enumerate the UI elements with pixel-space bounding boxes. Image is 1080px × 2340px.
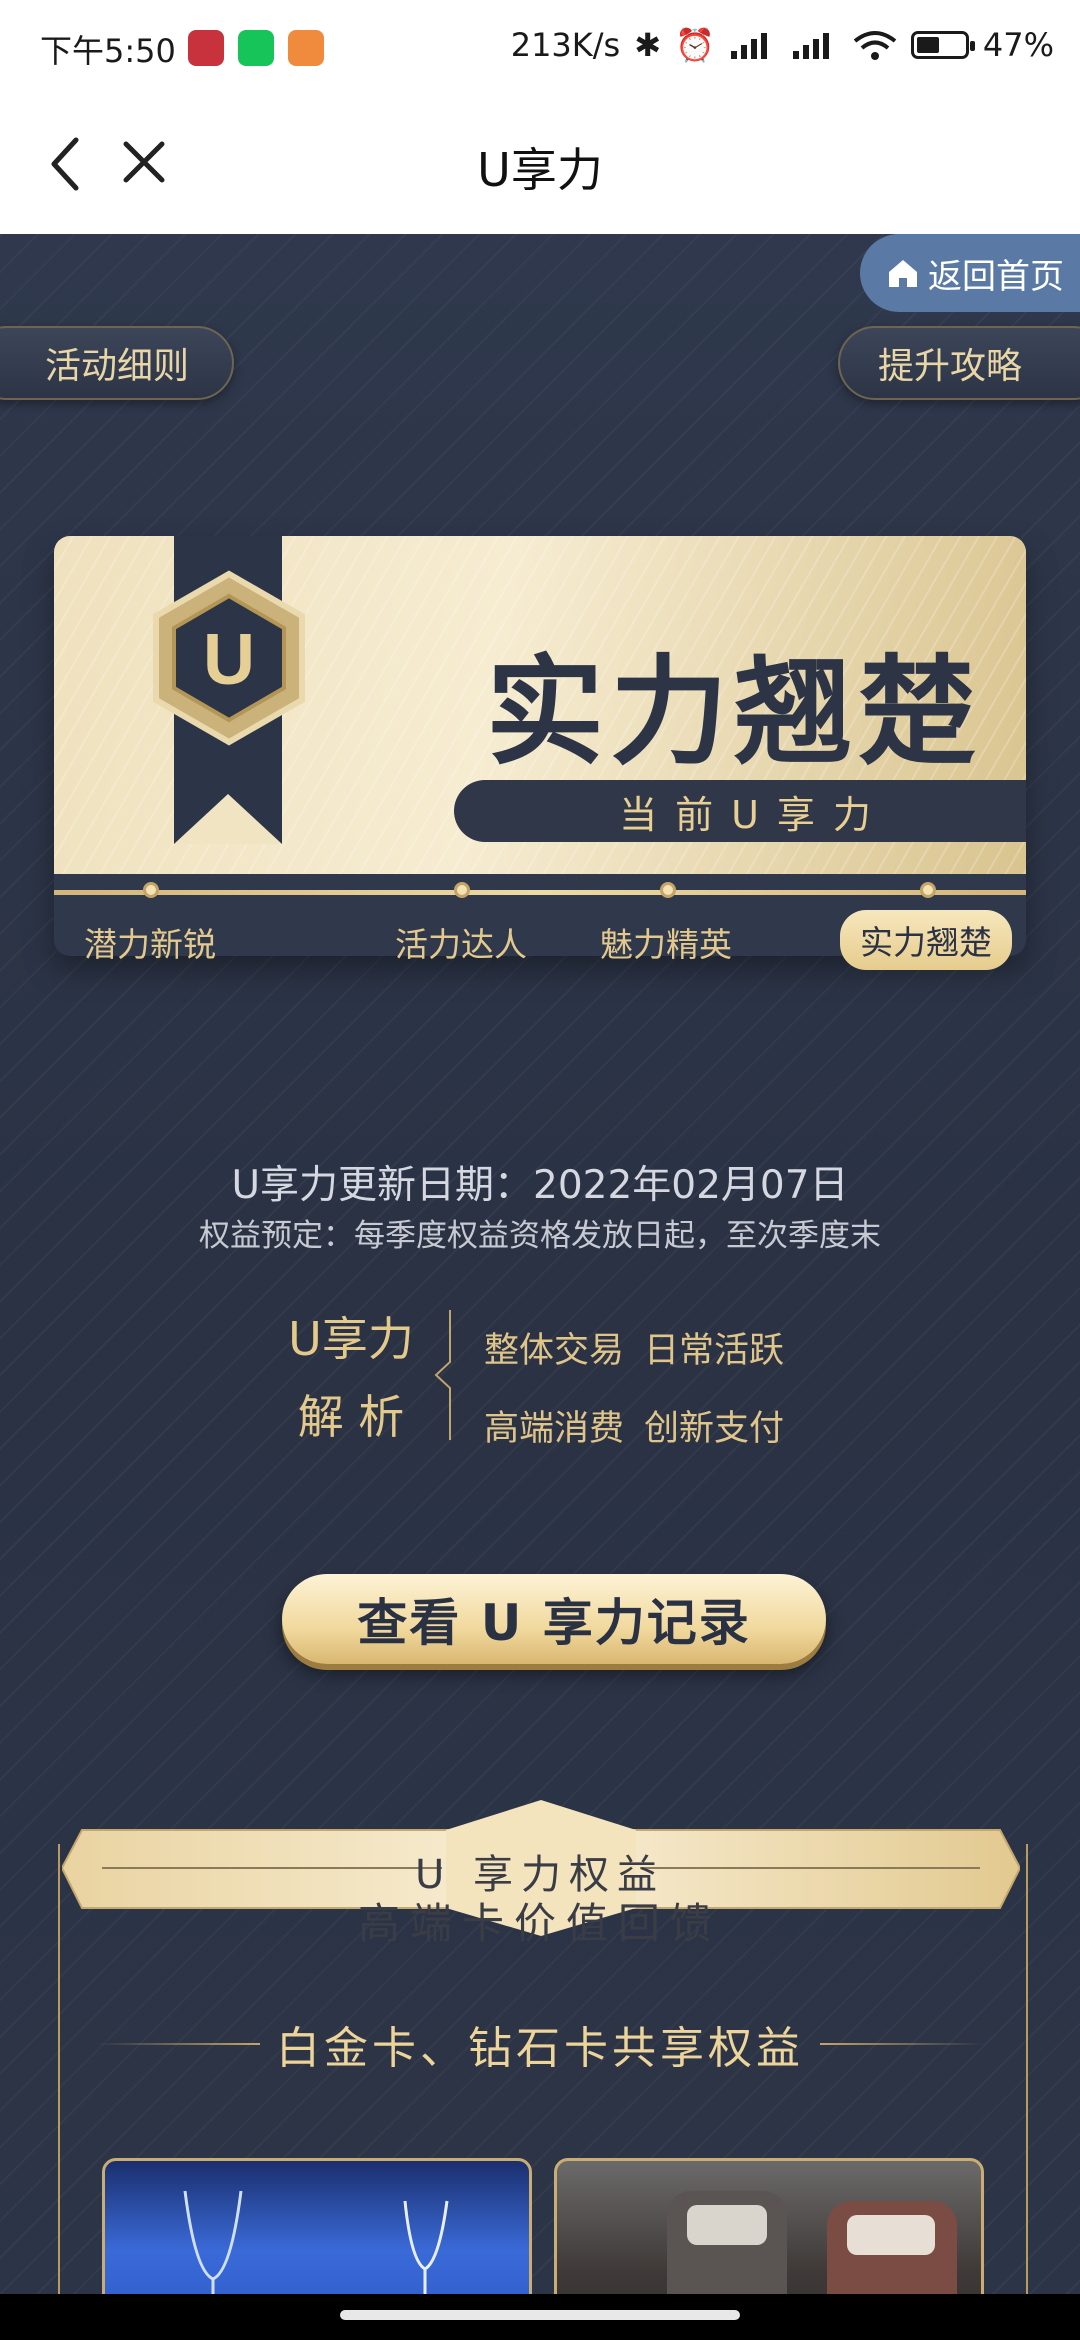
status-indicators: 213K/s ✱ ⏰ 47% [511,26,1054,64]
level-dot-1 [143,882,159,898]
analysis-row-1: 整体交易 日常活跃 [484,1312,804,1390]
benefit-image-wine[interactable] [102,2158,532,2294]
app-notification-icon [188,30,224,66]
lounge-seat-image [667,2191,957,2294]
wine-glass-image [183,2190,449,2294]
network-speed: 213K/s [510,26,621,64]
analysis-item: 高端消费 [484,1409,625,1449]
health-app-icon [288,30,324,66]
u-badge-icon: U [153,536,305,844]
alarm-icon: ⏰ [675,26,715,64]
upgrade-guide-button[interactable]: 提升攻略 [838,326,1080,400]
level-3: 魅力精英 [600,925,732,964]
battery-percent: 47% [982,26,1054,64]
bracket-divider [434,1310,451,1440]
home-gesture-bar[interactable] [340,2310,740,2320]
signal-icon [730,33,767,59]
analysis-item: 整体交易 [484,1331,625,1371]
update-date: U享力更新日期：2022年02月07日 [231,1163,849,1208]
rights-subtitle: 高端卡价值回馈 [357,1899,722,1948]
level-1: 潜力新锐 [84,925,216,964]
status-app-icons [188,30,324,66]
wechat-icon [238,30,274,66]
analysis-title-line2: 解 析 [297,1390,405,1444]
system-nav-bar [0,2294,1080,2340]
signal-icon-2 [792,33,829,59]
analysis-title: U享力 解 析 [276,1300,426,1456]
analysis-title-line1: U享力 [288,1312,414,1366]
benefit-image-lounge[interactable] [554,2158,984,2294]
battery-icon [910,31,975,59]
wifi-icon [853,31,897,60]
divider [820,2043,984,2045]
analysis-item: 创新支付 [644,1409,785,1449]
level-dot-4 [920,882,936,898]
home-button-label: 返回首页 [928,256,1064,297]
level-4-active: 实力翘楚 [840,910,1012,970]
analysis-row-2: 高端消费 创新支付 [484,1390,804,1468]
home-button[interactable]: 返回首页 [860,234,1080,312]
level-dot-3 [660,882,676,898]
level-dot-2 [454,882,470,898]
main-content: 返回首页 活动细则 提升攻略 U 实力翘楚 当前U享力 潜力新锐 活力达人 魅力… [0,234,1080,2294]
analysis-item: 日常活跃 [644,1331,785,1371]
current-level-name: 实力翘楚 [485,643,982,781]
bluetooth-icon: ✱ [634,26,662,64]
view-record-button[interactable]: 查看 U 享力记录 [282,1574,826,1664]
shared-rights-heading: 白金卡、钻石卡共享权益 [96,2012,984,2076]
page-title: U享力 [477,143,603,197]
status-bar: 下午5:50 213K/s ✱ ⏰ 47% [0,0,1080,92]
rights-note: 权益预定：每季度权益资格发放日起，至次季度末 [199,1218,881,1254]
svg-text:U: U [203,620,255,700]
status-time: 下午5:50 [40,32,176,70]
home-icon [889,260,917,287]
current-level-label: 当前U享力 [454,780,1026,842]
level-2: 活力达人 [395,925,527,964]
divider [96,2043,260,2045]
shared-rights-text: 白金卡、钻石卡共享权益 [276,2023,804,2074]
title-bar: U享力 [0,92,1080,234]
rules-button[interactable]: 活动细则 [0,326,234,400]
analysis-items: 整体交易 日常活跃 高端消费 创新支付 [484,1312,804,1468]
level-track [54,890,1026,895]
